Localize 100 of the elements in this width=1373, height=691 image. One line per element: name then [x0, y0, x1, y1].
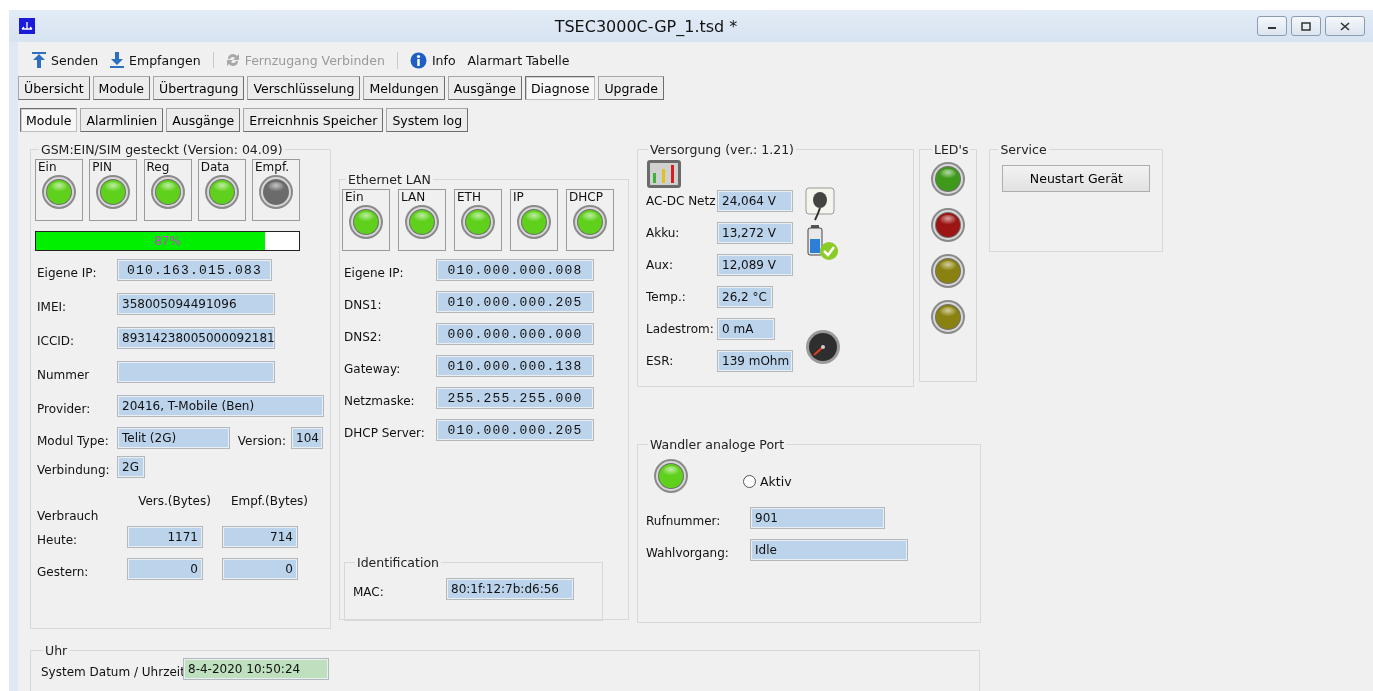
aktiv-radio[interactable]: Aktiv: [743, 474, 792, 489]
tab[interactable]: Verschlüsselung: [247, 76, 361, 100]
value-field[interactable]: 358005094491096: [117, 293, 275, 315]
field-label: Akku:: [646, 225, 681, 241]
toolbar-button[interactable]: Alarmart Tabelle: [467, 52, 570, 68]
field-label: Gateway:: [344, 362, 402, 377]
upload-icon: [32, 52, 46, 68]
value-field[interactable]: 010.000.000.138: [436, 355, 594, 377]
group-title: Identification: [356, 555, 440, 570]
minimize-button[interactable]: [1257, 16, 1287, 36]
value-field[interactable]: 13,272 V: [717, 222, 793, 244]
field-label: Verbindung:: [37, 463, 111, 478]
group-title: Ethernet LAN: [347, 172, 432, 187]
field-label: Temp.:: [646, 289, 687, 305]
value-field[interactable]: 010.000.000.205: [436, 291, 594, 313]
indicator-label: Ein: [37, 160, 57, 174]
field-label: Netzmaske:: [344, 394, 416, 409]
tab[interactable]: Übersicht: [18, 76, 90, 100]
field-label: ICCID:: [37, 334, 76, 349]
tab[interactable]: Alarmlinien: [80, 108, 164, 132]
field-label: Wahlvorgang:: [646, 546, 730, 561]
column-header: Empf.(Bytes): [229, 494, 310, 508]
value-field[interactable]: 0: [222, 558, 298, 580]
value-field[interactable]: 010.163.015.083: [117, 259, 272, 281]
indicator-label: LAN: [400, 190, 426, 204]
field-label: Version:: [236, 434, 287, 449]
signal-reading: 87%: [154, 234, 181, 248]
tab[interactable]: Ausgänge: [166, 108, 241, 132]
value-field[interactable]: 139 mOhm: [717, 350, 793, 372]
tab[interactable]: Upgrade: [598, 76, 664, 100]
value-field[interactable]: Idle: [750, 539, 908, 561]
maximize-button[interactable]: [1291, 16, 1321, 36]
close-button[interactable]: [1325, 16, 1365, 36]
value-field[interactable]: 8-4-2020 10:50:24: [183, 658, 329, 680]
field-label: DNS2:: [344, 330, 383, 345]
group-title: LED's: [933, 142, 970, 157]
tab[interactable]: Diagnose: [524, 76, 596, 100]
value-field[interactable]: 26,2 °C: [717, 286, 773, 308]
field-label: Eigene IP:: [344, 266, 405, 281]
value-field[interactable]: 104: [291, 427, 323, 449]
close-icon: [1340, 21, 1350, 31]
restart-button[interactable]: Neustart Gerät: [1002, 165, 1151, 192]
tab[interactable]: Meldungen: [363, 76, 445, 100]
value-field[interactable]: [117, 361, 275, 383]
indicator-label: ETH: [456, 190, 481, 204]
tab[interactable]: Übertragung: [153, 76, 245, 100]
value-field[interactable]: Telit (2G): [117, 427, 230, 449]
group-title: Versorgung (ver.: 1.21): [649, 142, 795, 157]
value-field[interactable]: 1171: [127, 526, 203, 548]
value-field[interactable]: 20416, T-Mobile (Ben): [117, 395, 324, 417]
field-label: System Datum / Uhrzeit: [41, 665, 183, 680]
field-label: Rufnummer:: [646, 514, 722, 529]
group-title: GSM:EIN/SIM gesteckt (Version: 04.09): [40, 142, 284, 157]
field-label: DNS1:: [344, 298, 383, 313]
field-label: Nummer: [37, 368, 91, 383]
indicator-label: IP: [512, 190, 524, 204]
value-field[interactable]: 000.000.000.000: [436, 323, 594, 345]
field-label: Modul Type:: [37, 434, 110, 449]
maximize-icon: [1301, 21, 1311, 31]
value-field[interactable]: 0 mA: [717, 318, 775, 340]
group-title: Wandler analoge Port: [649, 437, 786, 452]
gauge-icon: [805, 329, 841, 365]
value-field[interactable]: 010.000.000.205: [436, 419, 594, 441]
field-label: AC-DC Netz: [646, 193, 717, 209]
field-label: ESR:: [646, 353, 675, 369]
value-field[interactable]: 24,064 V: [717, 190, 793, 212]
toolbar-button[interactable]: Senden: [32, 52, 99, 68]
tab[interactable]: Erreicnhnis Speicher: [243, 108, 384, 132]
level-meter-icon: [646, 159, 682, 189]
value-field[interactable]: 255.255.255.000: [436, 387, 594, 409]
field-label: Aux:: [646, 257, 674, 273]
value-field[interactable]: 89314238005000092181: [117, 327, 275, 349]
field-label: Provider:: [37, 402, 92, 417]
download-icon: [110, 52, 125, 68]
indicator-label: DHCP: [568, 190, 603, 204]
value-field[interactable]: 714: [222, 526, 298, 548]
power-plug-icon: [805, 187, 835, 221]
field-label: Eigene IP:: [37, 266, 98, 281]
field-label: Gestern:: [37, 565, 90, 580]
toolbar-button[interactable]: Info: [409, 51, 456, 69]
toolbar-button[interactable]: Empfangen: [110, 52, 201, 68]
indicator-label: Reg: [145, 160, 170, 174]
tab[interactable]: Module: [20, 108, 78, 132]
tab[interactable]: Ausgänge: [447, 76, 522, 100]
value-field[interactable]: 0: [127, 558, 203, 580]
field-label: MAC:: [353, 585, 385, 600]
value-field[interactable]: 010.000.000.008: [436, 259, 594, 281]
value-field[interactable]: 2G: [117, 456, 145, 478]
indicator-label: Data: [199, 160, 230, 174]
value-field[interactable]: 80:1f:12:7b:d6:56: [446, 578, 574, 600]
group-title: Service: [999, 142, 1048, 157]
group-title: Uhr: [44, 643, 69, 658]
value-field[interactable]: 12,089 V: [717, 254, 793, 276]
tab[interactable]: Module: [92, 76, 151, 100]
indicator-label: Ein: [344, 190, 364, 204]
value-field[interactable]: 901: [750, 507, 885, 529]
indicator-label: PIN: [91, 160, 112, 174]
field-label: IMEI:: [37, 300, 68, 315]
tab[interactable]: System log: [386, 108, 469, 132]
battery-check-icon: [805, 225, 839, 261]
